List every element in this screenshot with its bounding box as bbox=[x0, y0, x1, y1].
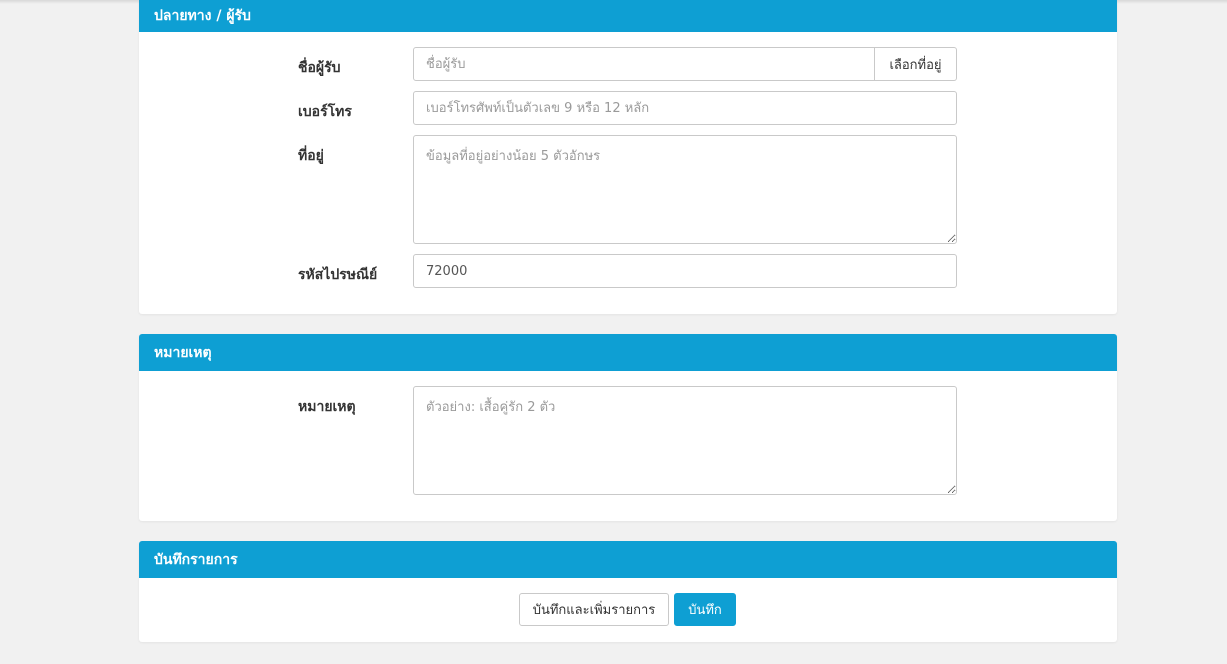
destination-panel: ปลายทาง / ผู้รับ ชื่อผู้รับ เลือกที่อยู่… bbox=[139, 0, 1117, 314]
recipient-name-label: ชื่อผู้รับ bbox=[298, 60, 341, 76]
address-row: ที่อยู่ bbox=[139, 135, 1117, 244]
remarks-panel: หมายเหตุ หมายเหตุ bbox=[139, 334, 1117, 521]
choose-address-button[interactable]: เลือกที่อยู่ bbox=[875, 47, 957, 81]
remarks-heading-text: หมายเหตุ bbox=[154, 344, 212, 361]
postal-code-input[interactable] bbox=[413, 254, 957, 288]
phone-row: เบอร์โทร bbox=[139, 91, 1117, 125]
destination-heading: ปลายทาง / ผู้รับ bbox=[139, 0, 1117, 32]
save-panel: บันทึกรายการ บันทึกและเพิ่มรายการ บันทึก bbox=[139, 541, 1117, 642]
postal-code-label: รหัสไปรษณีย์ bbox=[298, 267, 378, 283]
note-label: หมายเหตุ bbox=[298, 399, 356, 415]
save-heading-text: บันทึกรายการ bbox=[154, 551, 238, 568]
destination-heading-text: ปลายทาง / ผู้รับ bbox=[154, 8, 251, 24]
address-textarea[interactable] bbox=[413, 135, 957, 244]
recipient-name-row: ชื่อผู้รับ เลือกที่อยู่ bbox=[139, 47, 1117, 81]
save-and-add-button[interactable]: บันทึกและเพิ่มรายการ bbox=[519, 593, 669, 626]
note-row: หมายเหตุ bbox=[139, 386, 1117, 495]
save-heading: บันทึกรายการ bbox=[139, 541, 1117, 578]
phone-label: เบอร์โทร bbox=[298, 104, 352, 120]
phone-input[interactable] bbox=[413, 91, 957, 125]
recipient-name-input[interactable] bbox=[413, 47, 875, 81]
address-label: ที่อยู่ bbox=[298, 148, 324, 164]
save-button[interactable]: บันทึก bbox=[674, 593, 736, 626]
note-textarea[interactable] bbox=[413, 386, 957, 495]
postal-code-row: รหัสไปรษณีย์ bbox=[139, 254, 1117, 288]
remarks-heading: หมายเหตุ bbox=[139, 334, 1117, 371]
